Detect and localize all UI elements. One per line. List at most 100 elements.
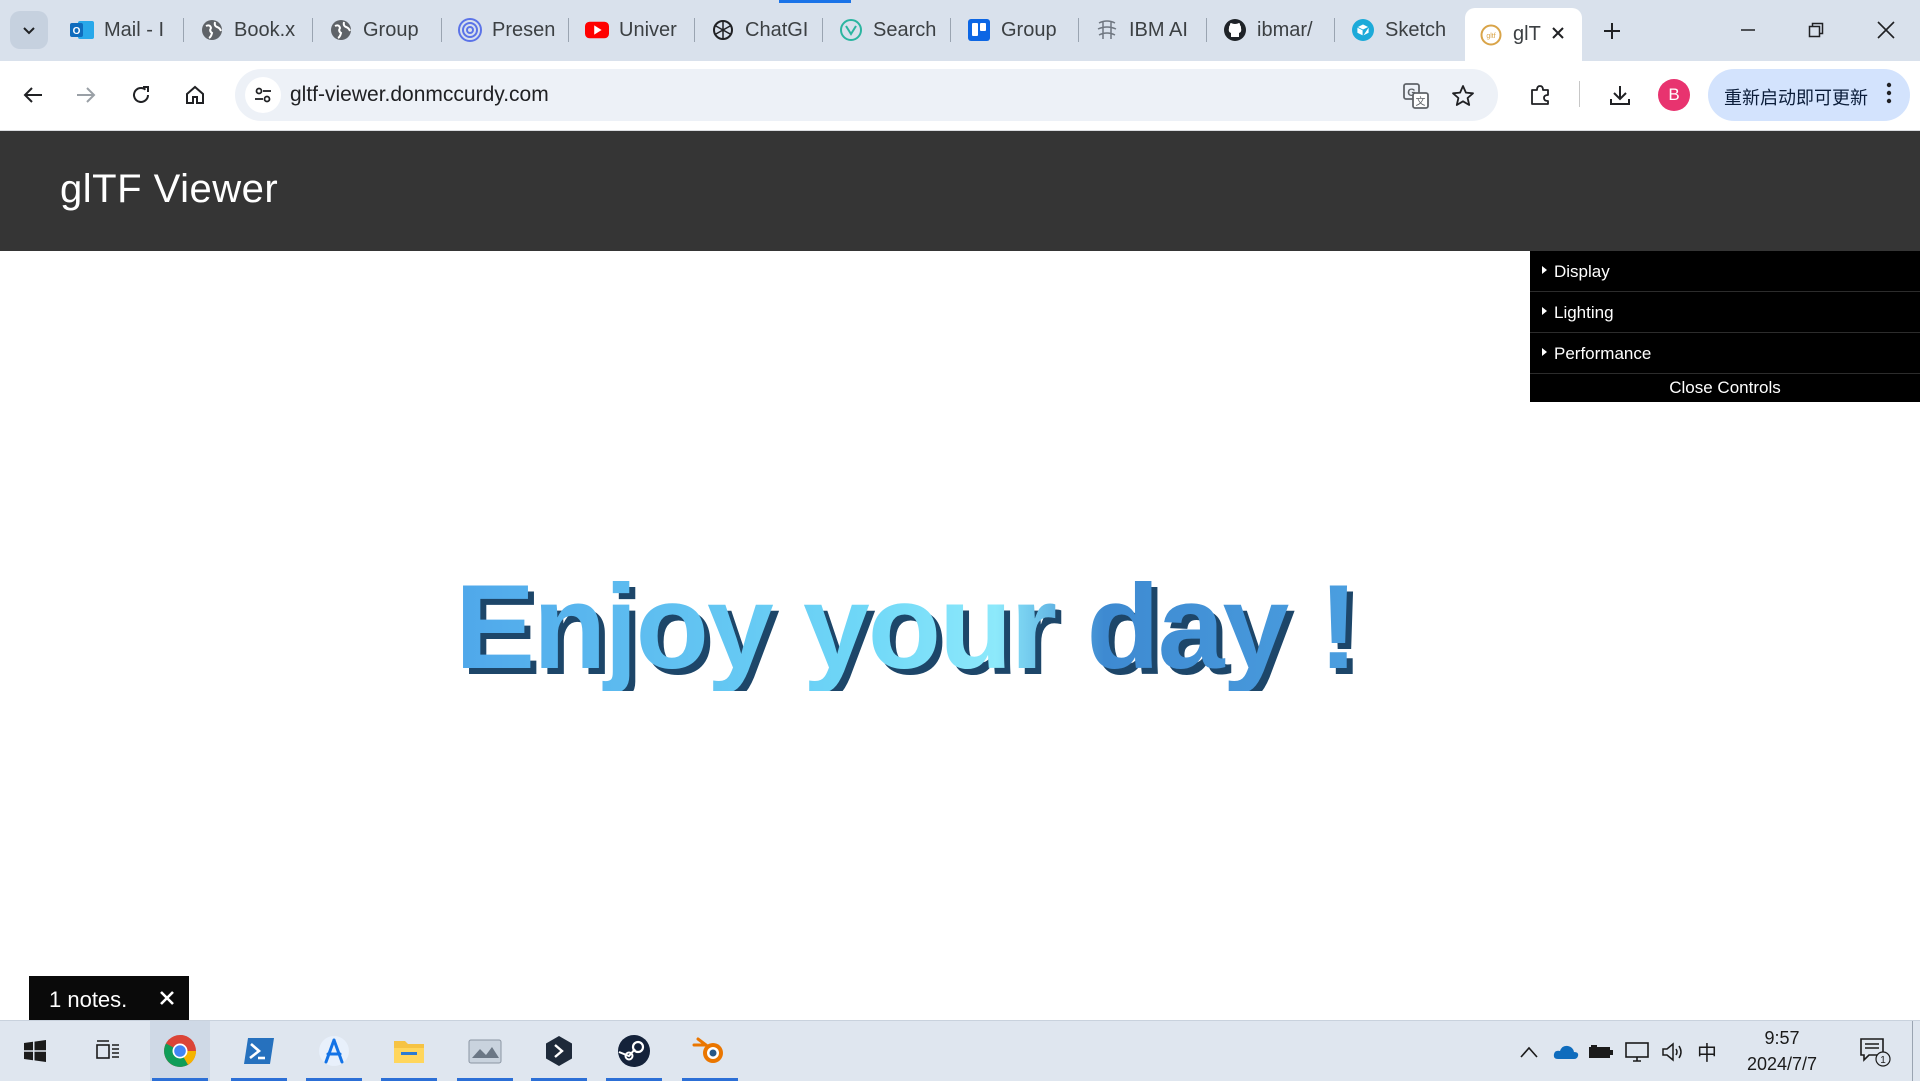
network-icon	[1625, 1042, 1649, 1062]
network-tray[interactable]	[1624, 1041, 1650, 1063]
tab-separator	[1078, 18, 1079, 42]
arrow-right-icon	[77, 87, 96, 103]
close-icon	[1877, 21, 1895, 39]
taskbar-file-explorer[interactable]	[379, 1021, 439, 1081]
taskbar-chrome[interactable]	[150, 1021, 210, 1081]
controls-folder-lighting[interactable]: Lighting	[1530, 292, 1920, 333]
downloads-button[interactable]	[1600, 75, 1640, 115]
browser-toolbar: gltf-viewer.donmccurdy.com G文 B 重新启动即可更新	[0, 61, 1920, 131]
profile-avatar[interactable]: B	[1658, 79, 1690, 111]
clock-time: 9:57	[1764, 1028, 1800, 1048]
star-icon	[1452, 85, 1474, 106]
close-icon	[160, 991, 174, 1005]
tab-presentation[interactable]: Presen	[444, 8, 568, 52]
photos-icon	[468, 1039, 502, 1064]
appstore-icon	[319, 1036, 349, 1066]
address-bar[interactable]: gltf-viewer.donmccurdy.com G文	[235, 69, 1498, 121]
site-info-button[interactable]	[245, 77, 281, 113]
task-view-button[interactable]	[78, 1021, 138, 1081]
taskbar-terminal[interactable]	[529, 1021, 589, 1081]
tab-sketchfab[interactable]: Sketch	[1337, 8, 1461, 52]
tab-separator	[694, 18, 695, 42]
onedrive-icon	[1553, 1045, 1579, 1059]
battery-icon	[1589, 1045, 1613, 1058]
tab-search-button[interactable]	[10, 11, 48, 49]
notification-center-button[interactable]: 1	[1858, 1037, 1892, 1067]
chevron-down-icon	[23, 27, 35, 35]
tab-chatgpt[interactable]: ChatGI	[697, 8, 821, 52]
home-button[interactable]	[175, 75, 215, 115]
page-title: glTF Viewer	[60, 167, 279, 211]
tab-github[interactable]: ibmar/	[1209, 8, 1333, 52]
tab-separator	[183, 18, 184, 42]
arrow-left-icon	[23, 87, 42, 103]
update-restart-button[interactable]: 重新启动即可更新	[1708, 69, 1910, 121]
tune-icon	[255, 87, 271, 103]
tab-separator	[950, 18, 951, 42]
tray-overflow-button[interactable]	[1518, 1041, 1540, 1063]
toolbar-divider	[1579, 81, 1580, 107]
translate-icon: G文	[1403, 83, 1429, 109]
tab-mail[interactable]: O Mail - I	[56, 8, 180, 52]
tab-gltf-viewer[interactable]: gltf glT	[1465, 8, 1582, 61]
volume-icon	[1662, 1042, 1682, 1062]
start-button[interactable]	[5, 1021, 65, 1081]
tab-book[interactable]: Book.x	[186, 8, 310, 52]
tab-group[interactable]: Group	[315, 8, 439, 52]
caret-right-icon	[1542, 348, 1547, 356]
controls-folder-display[interactable]: Display	[1530, 251, 1920, 292]
onedrive-tray[interactable]	[1553, 1041, 1579, 1063]
restore-button[interactable]	[1786, 4, 1846, 56]
close-notes-button[interactable]	[155, 986, 179, 1010]
home-icon	[186, 85, 204, 104]
plus-icon	[1604, 23, 1620, 39]
ime-indicator[interactable]: 中	[1697, 1037, 1717, 1066]
tab-youtube[interactable]: Univer	[571, 8, 695, 52]
system-clock[interactable]: 9:57 2024/7/7	[1730, 1025, 1834, 1077]
trello-icon	[967, 18, 991, 42]
tab-trello[interactable]: Group	[953, 8, 1077, 52]
windows-start-icon	[24, 1040, 46, 1062]
chrome-icon	[164, 1034, 196, 1067]
minimize-button[interactable]	[1718, 4, 1778, 56]
controls-panel: Display Lighting Performance Close Contr…	[1530, 251, 1920, 402]
tab-search[interactable]: Search	[825, 8, 949, 52]
download-icon	[1610, 86, 1630, 105]
tab-separator	[441, 18, 442, 42]
globe-icon	[200, 18, 224, 42]
close-window-button[interactable]	[1856, 4, 1916, 56]
reload-button[interactable]	[121, 75, 161, 115]
battery-tray[interactable]	[1588, 1041, 1614, 1063]
tab-strip: O Mail - I Book.x Group Presen Univer Ch…	[0, 0, 1920, 61]
forward-button[interactable]	[66, 75, 106, 115]
page-header: glTF Viewer	[0, 131, 1920, 251]
globe-icon	[329, 18, 353, 42]
close-controls-button[interactable]: Close Controls	[1530, 373, 1920, 402]
translate-button[interactable]: G文	[1401, 83, 1431, 109]
bookmark-button[interactable]	[1448, 83, 1478, 109]
notification-count: 1	[1880, 1055, 1886, 1066]
taskbar-photos[interactable]	[455, 1021, 515, 1081]
url-text[interactable]: gltf-viewer.donmccurdy.com	[290, 83, 549, 107]
extensions-button[interactable]	[1520, 75, 1560, 115]
3d-model-text: Enjoy your day ! Enjoy your day !	[455, 561, 1365, 691]
close-tab-button[interactable]	[1546, 21, 1570, 45]
tab-ibm[interactable]: IBM AI	[1081, 8, 1205, 52]
notes-toast: 1 notes.	[29, 976, 189, 1020]
powershell-icon	[244, 1038, 274, 1064]
volume-tray[interactable]	[1660, 1041, 1686, 1063]
blender-icon	[692, 1037, 723, 1063]
taskbar-blender[interactable]	[680, 1021, 740, 1081]
youtube-icon	[585, 18, 609, 42]
new-tab-button[interactable]	[1594, 13, 1630, 49]
show-desktop-button[interactable]	[1912, 1021, 1913, 1081]
reload-icon	[133, 86, 149, 103]
taskbar-steam[interactable]	[604, 1021, 664, 1081]
notification-icon: 1	[1860, 1038, 1891, 1067]
taskbar-appstore[interactable]	[304, 1021, 364, 1081]
back-button[interactable]	[13, 75, 53, 115]
controls-folder-performance[interactable]: Performance	[1530, 333, 1920, 374]
windows-taskbar: 中 9:57 2024/7/7 1	[0, 1020, 1920, 1081]
taskbar-powershell[interactable]	[229, 1021, 289, 1081]
svg-text:文: 文	[1416, 95, 1426, 108]
